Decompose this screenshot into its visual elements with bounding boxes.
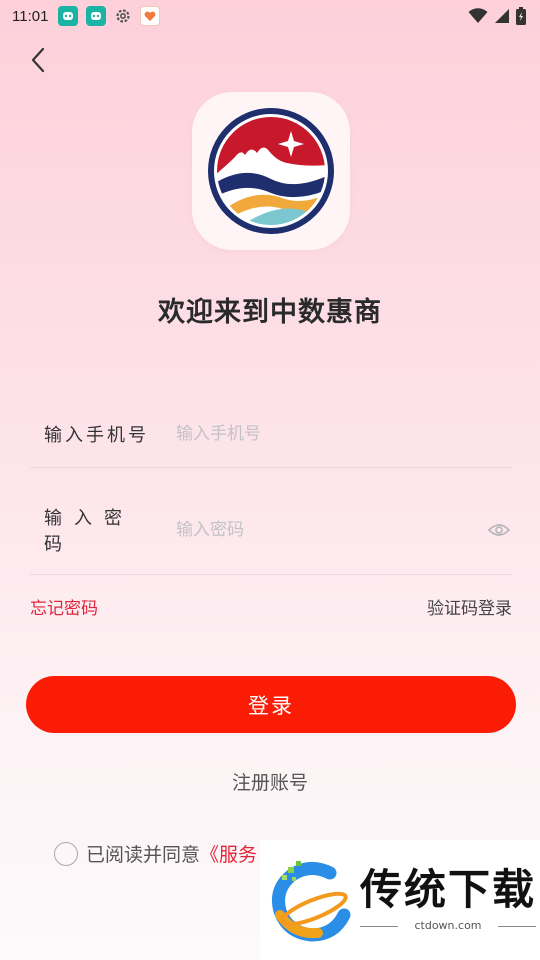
chevron-left-icon xyxy=(31,47,45,73)
agreement-row: 已阅读并同意 《服务 xyxy=(54,840,257,867)
forgot-password-link[interactable]: 忘记密码 xyxy=(30,594,98,619)
divider xyxy=(30,574,512,575)
register-link[interactable]: 注册账号 xyxy=(0,768,540,795)
app-icon-teal xyxy=(86,6,107,26)
status-bar: 11:01 xyxy=(0,0,540,32)
password-input[interactable] xyxy=(176,520,486,540)
agreement-text: 已阅读并同意 xyxy=(86,844,201,866)
agreement-checkbox[interactable] xyxy=(54,841,78,866)
eye-icon[interactable] xyxy=(486,517,512,543)
battery-icon xyxy=(516,7,526,25)
phone-input[interactable] xyxy=(176,424,512,444)
back-button[interactable] xyxy=(22,44,54,76)
wifi-icon xyxy=(468,8,488,24)
password-label: 输入密码 xyxy=(44,508,134,555)
watermark-text-block: 传统下载 ctdown.com xyxy=(360,864,537,932)
app-logo-emblem xyxy=(208,108,334,234)
watermark: 传统下载 ctdown.com xyxy=(260,840,540,960)
app-icon-teal xyxy=(58,6,79,26)
phone-field-row: 输入手机号 xyxy=(30,404,512,464)
login-button[interactable]: 登录 xyxy=(26,676,516,733)
service-agreement-link[interactable]: 《服务 xyxy=(200,840,257,867)
welcome-title: 欢迎来到中数惠商 xyxy=(158,297,382,328)
divider xyxy=(30,467,512,468)
status-time: 11:01 xyxy=(12,7,49,25)
code-login-link[interactable]: 验证码登录 xyxy=(427,594,512,619)
heart-app-icon xyxy=(140,6,161,26)
watermark-url: ctdown.com xyxy=(360,919,537,932)
gear-icon xyxy=(114,7,132,25)
watermark-title: 传统下载 xyxy=(360,864,537,914)
status-right xyxy=(468,7,526,25)
phone-label: 输入手机号 xyxy=(44,425,149,446)
app-logo xyxy=(192,92,350,250)
password-field-row: 输入密码 xyxy=(30,500,512,560)
watermark-logo xyxy=(272,861,351,942)
signal-icon xyxy=(494,8,510,24)
